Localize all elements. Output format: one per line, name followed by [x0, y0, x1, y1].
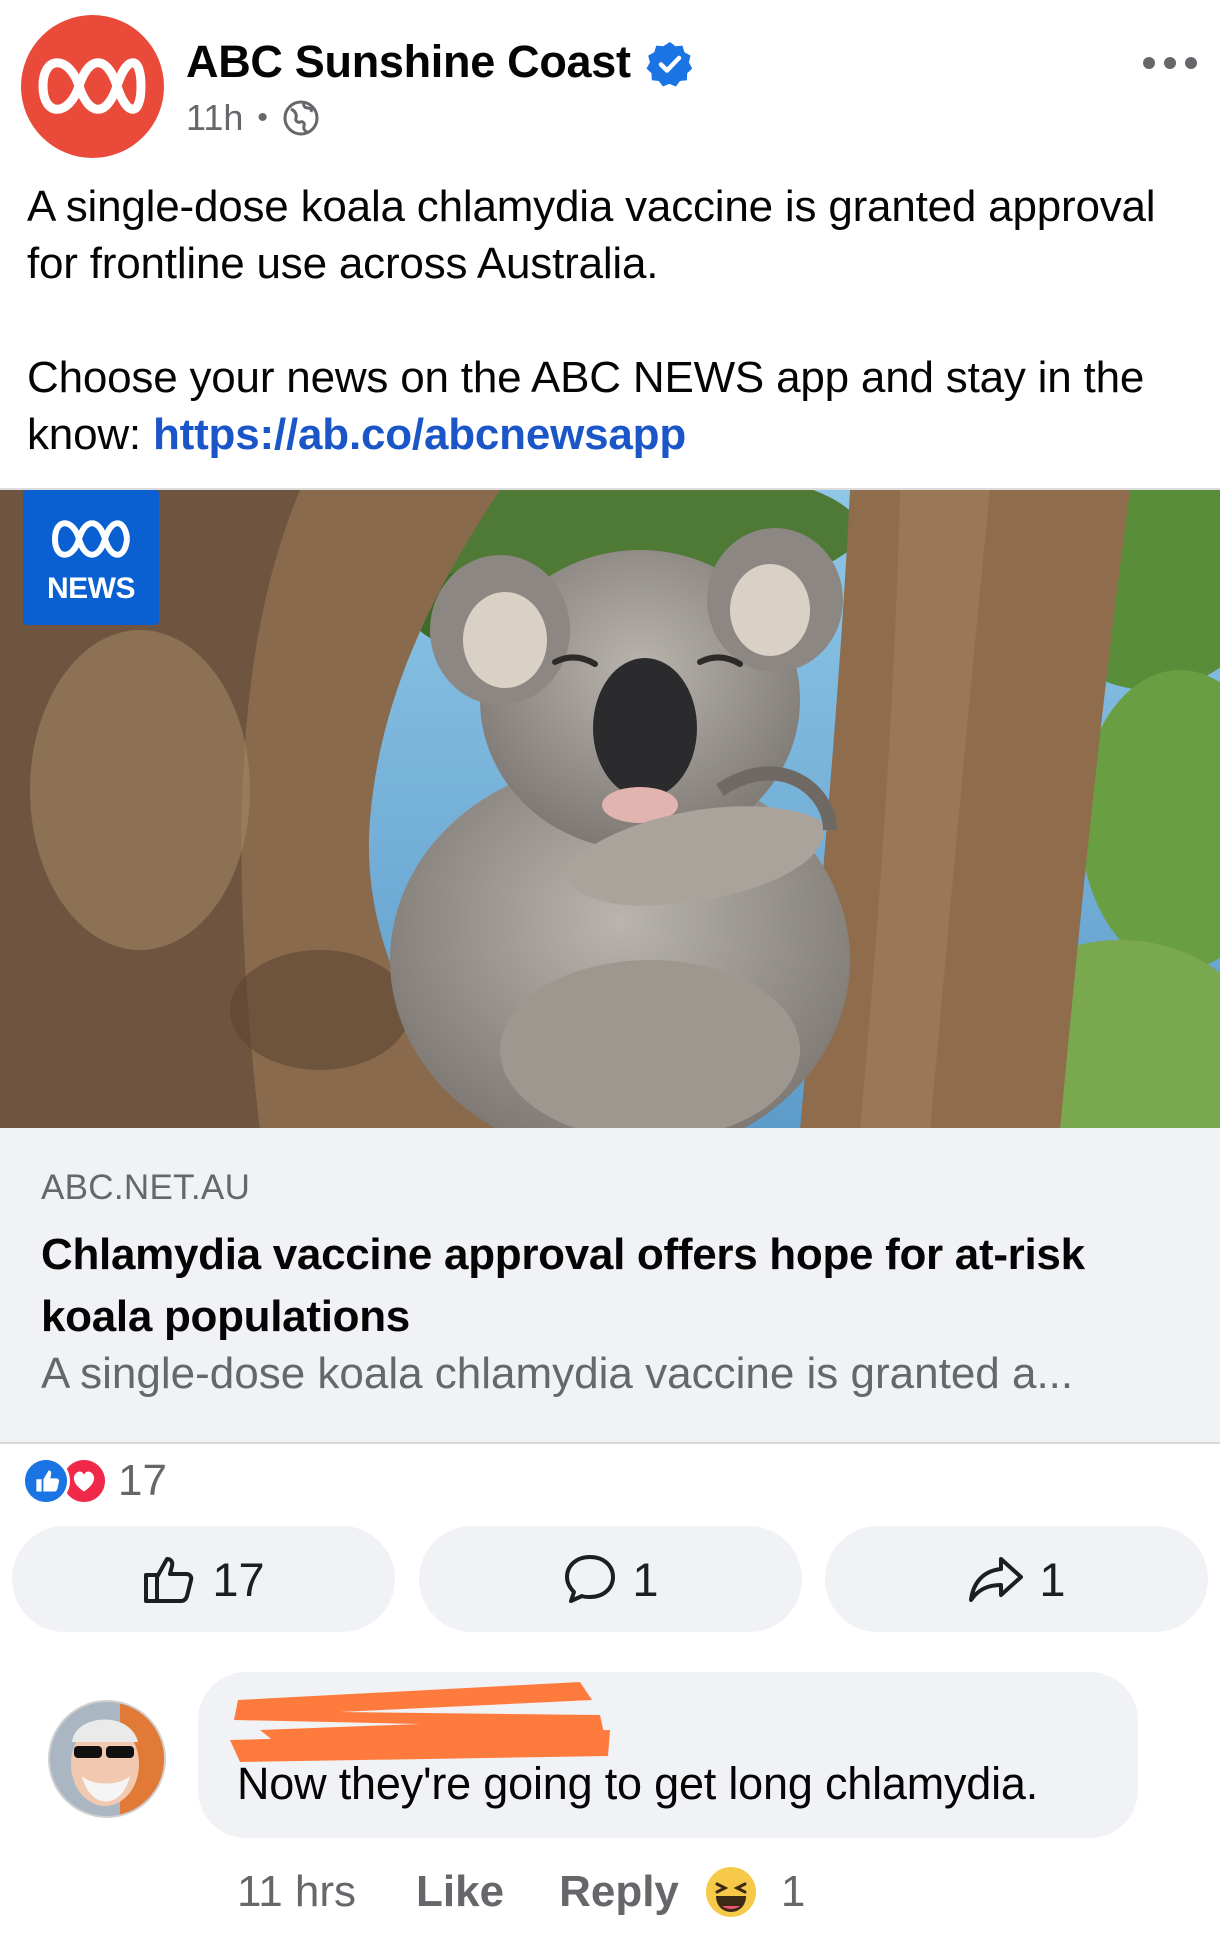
post-message: A single-dose koala chlamydia vaccine is… — [27, 178, 1197, 463]
meta-separator: • — [257, 101, 268, 134]
comment-reply-button[interactable]: Reply — [559, 1867, 679, 1917]
comment-text: Now they're going to get long chlamydia. — [237, 1758, 1039, 1809]
redacted-author-name — [230, 1682, 610, 1762]
page-avatar[interactable] — [21, 15, 164, 158]
comment-button[interactable]: 1 — [419, 1526, 802, 1632]
comment-meta: 11 hrs Like Reply 1 — [237, 1862, 805, 1922]
preview-headline[interactable]: Chlamydia vaccine approval offers hope f… — [41, 1224, 1191, 1348]
abc-news-badge: NEWS — [23, 490, 159, 625]
comment-reaction-count: 1 — [780, 1867, 806, 1916]
commenter-photo — [50, 1702, 164, 1816]
post-paragraph: A single-dose koala chlamydia vaccine is… — [27, 182, 1156, 288]
commenter-avatar[interactable] — [48, 1700, 166, 1818]
like-reaction-icon — [22, 1457, 70, 1505]
comment-like-button[interactable]: Like — [416, 1867, 504, 1917]
like-count: 17 — [212, 1552, 265, 1606]
reaction-summary[interactable]: 17 — [22, 1456, 167, 1506]
speech-bubble-icon — [565, 1555, 616, 1603]
post-meta: 11h • — [186, 96, 320, 140]
news-badge-label: NEWS — [47, 572, 136, 605]
laughing-face-icon[interactable] — [705, 1866, 757, 1918]
page-name[interactable]: ABC Sunshine Coast — [186, 36, 631, 88]
koala-photo — [0, 490, 1220, 1128]
post-image[interactable] — [0, 488, 1220, 1128]
post-actions: 17 1 1 — [12, 1526, 1210, 1632]
share-count: 1 — [1039, 1552, 1066, 1606]
app-link[interactable]: https://ab.co/abcnewsapp — [153, 410, 686, 459]
post-header: ABC Sunshine Coast 11h • — [0, 0, 1220, 175]
verified-badge-icon — [646, 42, 693, 87]
post-paragraph: Choose your news on the ABC NEWS app and… — [27, 349, 1197, 463]
share-button[interactable]: 1 — [825, 1526, 1208, 1632]
abc-logo-icon — [52, 520, 130, 558]
share-arrow-icon — [969, 1557, 1024, 1602]
thumbs-up-icon — [144, 1557, 194, 1603]
comment-time[interactable]: 11 hrs — [237, 1867, 356, 1917]
reaction-count: 17 — [118, 1456, 167, 1505]
preview-description: A single-dose koala chlamydia vaccine is… — [41, 1349, 1074, 1398]
globe-icon[interactable] — [282, 99, 320, 137]
comment-count: 1 — [632, 1552, 659, 1606]
preview-domain: ABC.NET.AU — [41, 1168, 251, 1207]
post-timestamp[interactable]: 11h — [186, 97, 243, 139]
more-horizontal-icon[interactable] — [1140, 48, 1200, 78]
abc-logo-icon — [38, 58, 146, 114]
like-button[interactable]: 17 — [12, 1526, 395, 1632]
link-preview-card[interactable]: ABC.NET.AU Chlamydia vaccine approval of… — [0, 1128, 1220, 1444]
